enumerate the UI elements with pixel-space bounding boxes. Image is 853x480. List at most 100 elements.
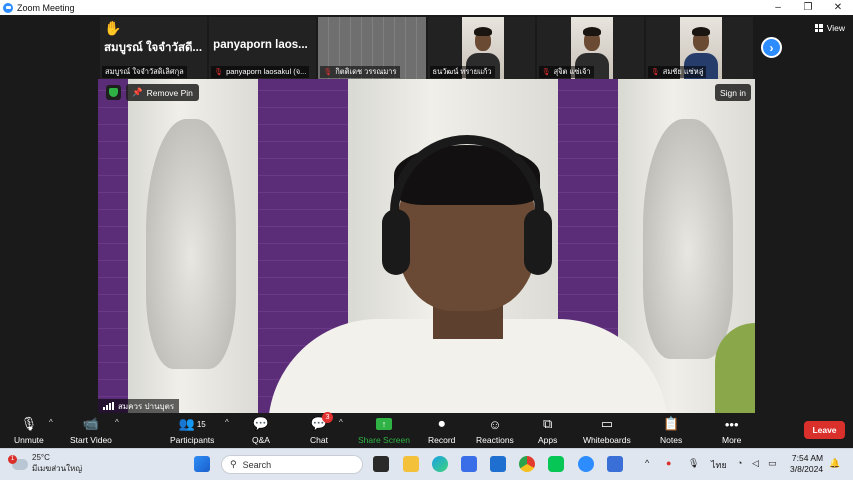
reactions-button[interactable]: ☺ Reactions (476, 415, 514, 447)
close-button[interactable]: ✕ (823, 0, 853, 15)
participant-name: สมบูรณ์ ใจจำวัสดิเลิศกุล (105, 67, 184, 76)
participant-name: ธนวัฒน์ ทรายแก้ว (432, 67, 492, 76)
muted-mic-icon: 🎙 (541, 69, 551, 76)
participant-name: สุจิต แซ่เจ้า (553, 67, 591, 76)
file-explorer-icon[interactable] (403, 456, 419, 472)
signal-strength-icon (103, 402, 114, 410)
remove-pin-button[interactable]: 📌 Remove Pin (126, 84, 199, 101)
meeting-toolbar: 🎙 Unmute ^ 📹 Start Video ^ 👥 15 Particip… (0, 412, 853, 448)
participants-button[interactable]: 👥 15 Participants (170, 415, 214, 447)
battery-icon[interactable]: ▭ (768, 458, 777, 469)
taskbar-clock[interactable]: 7:54 AM 3/8/2024 (790, 453, 823, 475)
participant-tile[interactable]: panyaporn laos... 🎙 panyaporn laosakul (… (209, 17, 317, 79)
reactions-label: Reactions (476, 435, 514, 445)
remove-pin-label: Remove Pin (146, 87, 193, 98)
more-label: More (722, 435, 742, 445)
next-page-button[interactable]: › (761, 37, 782, 58)
audio-options-caret[interactable]: ^ (49, 418, 53, 427)
speaker-name: สมควร ปานบุตร (118, 401, 175, 411)
notes-button[interactable]: 📋 Notes (660, 415, 682, 447)
apps-button[interactable]: ⧉ Apps (538, 415, 557, 447)
wifi-icon[interactable]: ◔ (737, 458, 742, 468)
whiteboards-button[interactable]: ▭ Whiteboards (583, 415, 631, 447)
participant-label: สมบูรณ์ ใจจำวัสดิเลิศกุล (102, 66, 187, 78)
app-icon[interactable] (607, 456, 623, 472)
chat-options-caret[interactable]: ^ (339, 418, 343, 427)
headphone-left (382, 209, 410, 275)
chevron-up-icon[interactable]: ^ (645, 458, 649, 468)
chat-badge: 3 (322, 412, 334, 423)
qa-icon: 💬 (252, 416, 270, 431)
pin-icon: 📌 (132, 87, 143, 97)
participant-tile[interactable]: 🎙 กิตติเดช วรรณมาร (318, 17, 426, 79)
start-video-button[interactable]: 📹 Start Video (70, 415, 112, 447)
participant-display-name: panyaporn laos... (213, 39, 308, 51)
record-label: Record (428, 435, 456, 445)
task-view-icon[interactable] (373, 456, 389, 472)
wall-vase (146, 119, 236, 369)
notification-bell-icon[interactable]: 🔔 (829, 458, 840, 469)
store-icon[interactable] (461, 456, 477, 472)
weather-badge: 1 (8, 454, 17, 464)
line-icon[interactable] (548, 456, 564, 472)
more-icon: ••• (724, 416, 739, 432)
participant-tile[interactable]: 🎙 สุจิต แซ่เจ้า (536, 17, 644, 79)
participant-tile[interactable]: ✋ สมบูรณ์ ใจจำวัสดี... สมบูรณ์ ใจจำวัสดิ… (100, 17, 208, 79)
speaker-icon[interactable]: ◁ (752, 458, 759, 469)
view-label: View (826, 23, 845, 33)
window-titlebar: Zoom Meeting – ❐ ✕ (0, 0, 853, 15)
qa-button[interactable]: 💬 Q&A (252, 415, 270, 447)
zoom-icon[interactable] (578, 456, 594, 472)
view-button[interactable]: View (814, 23, 845, 33)
taskbar-search[interactable]: ⚲ Search (221, 455, 363, 474)
microphone-icon[interactable]: 🎙 (688, 458, 699, 469)
restore-button[interactable]: ❐ (793, 0, 823, 15)
more-button[interactable]: ••• More (722, 415, 741, 447)
app-icon[interactable] (490, 456, 506, 472)
security-shield-icon[interactable] (106, 85, 121, 100)
qa-label: Q&A (252, 435, 270, 445)
minimize-button[interactable]: – (763, 0, 793, 15)
antivirus-icon[interactable]: ● (666, 458, 671, 468)
chat-button[interactable]: 💬 3 Chat (310, 412, 334, 447)
weather-widget[interactable]: 1 25°C มีเมฆส่วนใหญ่ (8, 453, 82, 475)
video-options-caret[interactable]: ^ (115, 418, 119, 427)
participant-label: 🎙 กิตติเดช วรรณมาร (320, 66, 400, 78)
pinned-video[interactable] (98, 79, 755, 413)
windows-taskbar: 1 25°C มีเมฆส่วนใหญ่ ⚲ Search ^ ● 🎙 ไทย … (0, 448, 853, 480)
weather-temp: 25°C (32, 453, 50, 462)
participant-name: กิตติเดช วรรณมาร (335, 67, 397, 76)
search-icon: ⚲ (230, 459, 237, 469)
chrome-icon[interactable] (519, 456, 535, 472)
participant-label: 🎙 panyaporn laosakul (จ... (211, 66, 310, 78)
wall-vase (643, 119, 733, 359)
sign-in-label: Sign in (720, 87, 746, 98)
record-icon: ⏺ (438, 416, 445, 431)
language-indicator[interactable]: ไทย (711, 458, 727, 472)
zoom-logo-icon (3, 2, 13, 13)
unmute-button[interactable]: 🎙 Unmute (14, 415, 44, 447)
chat-icon: 💬 3 (311, 412, 334, 433)
cloud-icon: 1 (8, 454, 28, 470)
participant-tile[interactable]: 🎙 สมชัย แซ่หลู่ (645, 17, 754, 79)
participants-options-caret[interactable]: ^ (225, 418, 229, 427)
leave-button[interactable]: Leave (804, 421, 845, 439)
participants-count: 15 (196, 419, 206, 429)
participant-label: ธนวัฒน์ ทรายแก้ว (429, 66, 495, 78)
participants-label: Participants (170, 435, 215, 445)
window-controls: – ❐ ✕ (763, 0, 853, 15)
unmute-label: Unmute (14, 435, 44, 445)
meeting-stage: ✋ สมบูรณ์ ใจจำวัสดี... สมบูรณ์ ใจจำวัสดิ… (0, 15, 853, 413)
share-screen-button[interactable]: ↑ Share Screen (358, 415, 410, 447)
participant-tile[interactable]: ธนวัฒน์ ทรายแก้ว (427, 17, 535, 79)
reactions-icon: ☺ (488, 416, 502, 432)
muted-mic-icon: 🎙 (323, 69, 333, 76)
muted-mic-icon: 🎙 (650, 69, 660, 76)
participant-label: 🎙 สมชัย แซ่หลู่ (647, 66, 707, 78)
record-button[interactable]: ⏺ Record (428, 415, 455, 447)
apps-icon: ⧉ (543, 416, 553, 431)
edge-icon[interactable] (432, 456, 448, 472)
sign-in-button[interactable]: Sign in (715, 84, 751, 101)
start-icon[interactable] (194, 456, 210, 472)
participant-strip: ✋ สมบูรณ์ ใจจำวัสดี... สมบูรณ์ ใจจำวัสดิ… (100, 17, 754, 79)
